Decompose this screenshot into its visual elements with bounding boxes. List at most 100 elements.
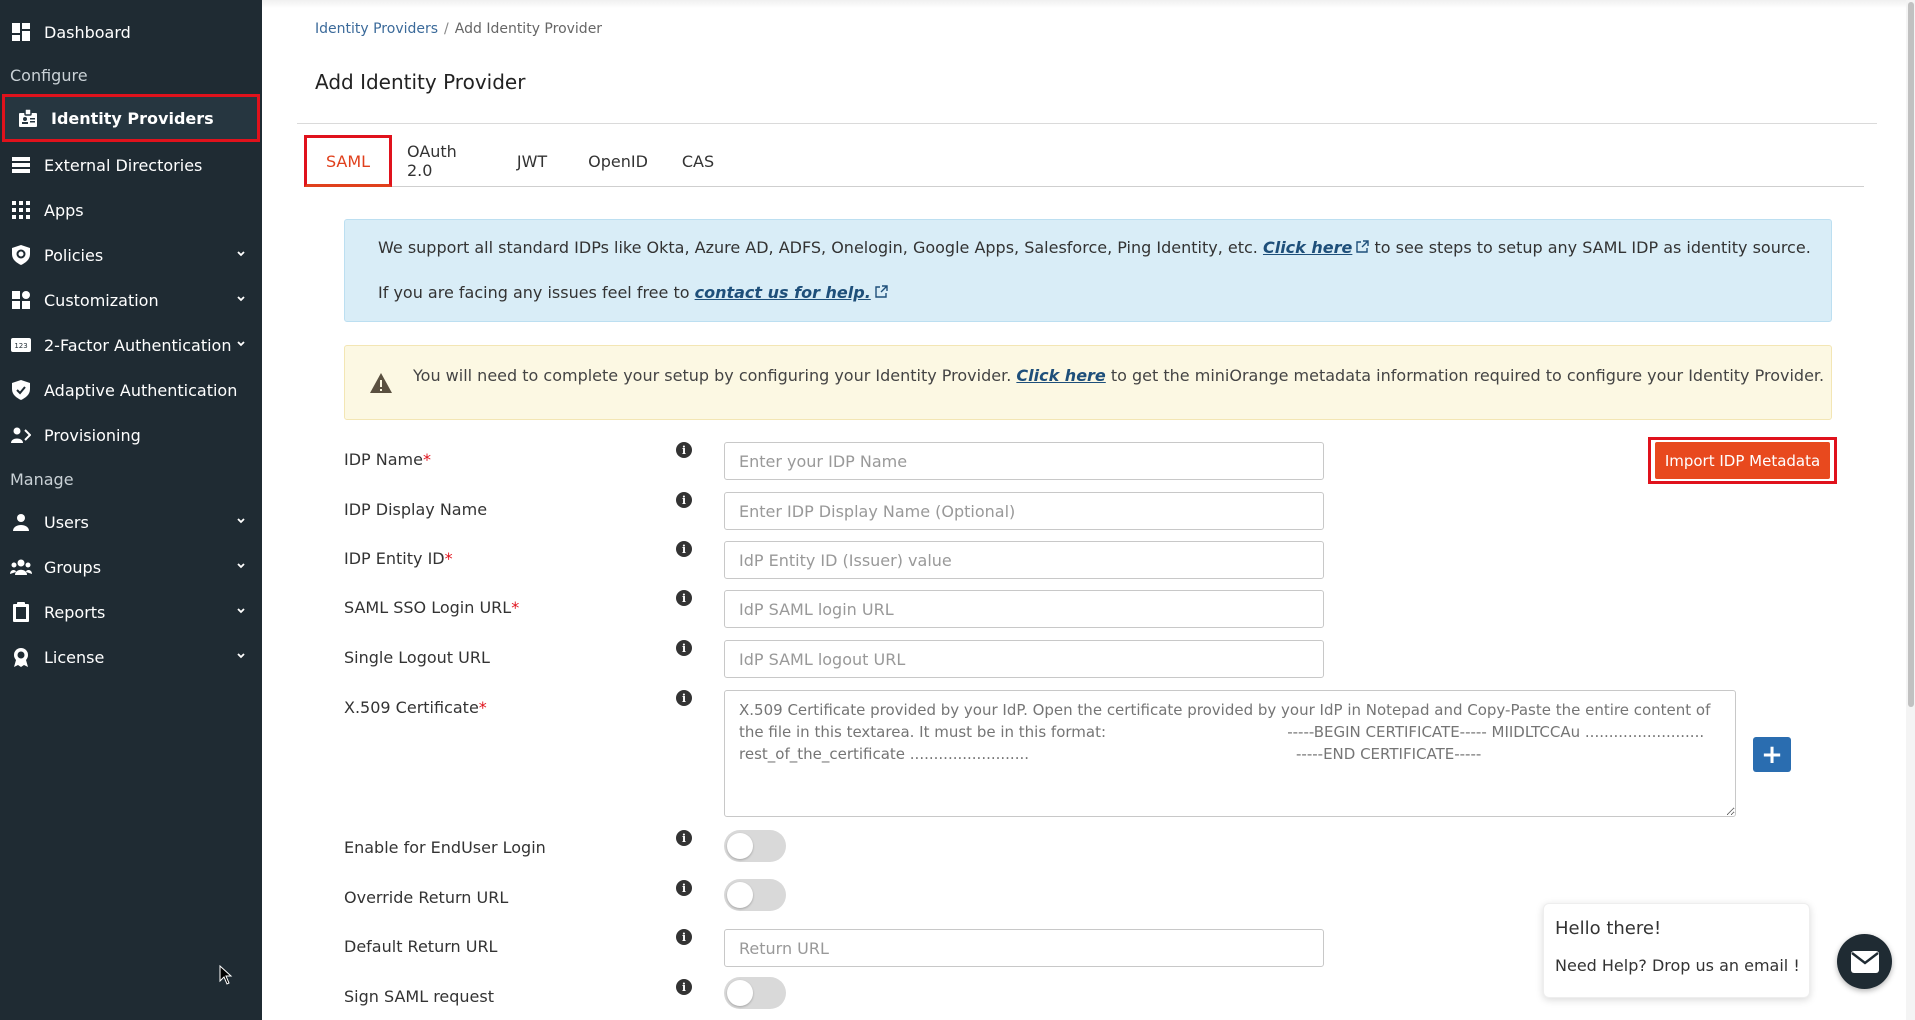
required-marker: * <box>422 450 431 469</box>
idp-display-name-input[interactable] <box>724 492 1324 530</box>
sidebar-item-label: Reports <box>44 602 106 622</box>
tab-oauth[interactable]: OAuth 2.0 <box>407 135 487 187</box>
sidebar-item-external-directories[interactable]: External Directories <box>0 143 262 187</box>
sidebar-item-identity-providers[interactable]: Identity Providers <box>2 94 260 142</box>
breadcrumb: Identity Providers / Add Identity Provider <box>315 21 602 37</box>
saml-steps-link[interactable]: Click here <box>1263 238 1352 257</box>
info-icon[interactable]: i <box>676 590 692 606</box>
shield-policy-icon <box>10 244 32 266</box>
idp-entity-id-input[interactable] <box>724 541 1324 579</box>
breadcrumb-link-identity-providers[interactable]: Identity Providers <box>315 21 438 37</box>
groups-icon <box>10 556 32 578</box>
idp-name-label: IDP Name* <box>344 450 431 469</box>
sidebar-item-label: Policies <box>44 245 104 265</box>
sidebar-item-apps[interactable]: Apps <box>0 188 262 232</box>
info-icon[interactable]: i <box>676 442 692 458</box>
info-icon[interactable]: i <box>676 830 692 846</box>
info-icon[interactable]: i <box>676 880 692 896</box>
info-line-1: We support all standard IDPs like Okta, … <box>378 238 1811 257</box>
mouse-cursor-icon <box>219 965 233 985</box>
sidebar: Dashboard Configure Identity Providers E… <box>0 0 262 1020</box>
single-logout-url-label: Single Logout URL <box>344 648 490 667</box>
breadcrumb-separator: / <box>444 21 449 37</box>
sidebar-item-groups[interactable]: Groups <box>0 545 262 589</box>
info-alert: We support all standard IDPs like Okta, … <box>344 219 1832 322</box>
sidebar-item-2fa[interactable]: 123 2-Factor Authentication <box>0 323 262 367</box>
enable-enduser-login-toggle[interactable] <box>724 830 786 862</box>
sidebar-item-customization[interactable]: Customization <box>0 278 262 322</box>
sidebar-item-label: Dashboard <box>44 22 131 42</box>
breadcrumb-current: Add Identity Provider <box>454 21 603 37</box>
tab-saml[interactable]: SAML <box>304 135 392 187</box>
x509-certificate-textarea[interactable] <box>724 690 1736 817</box>
license-icon <box>10 646 32 668</box>
chat-popup[interactable]: Hello there! Need Help? Drop us an email… <box>1543 903 1810 998</box>
sidebar-item-label: Adaptive Authentication <box>44 380 238 400</box>
info-icon[interactable]: i <box>676 979 692 995</box>
info-icon[interactable]: i <box>676 690 692 706</box>
add-certificate-button[interactable]: + <box>1753 737 1791 772</box>
main-content: Identity Providers / Add Identity Provider… <box>262 0 1915 1020</box>
sidebar-item-label: 2-Factor Authentication <box>44 335 232 355</box>
id-badge-icon <box>17 107 39 129</box>
svg-text:123: 123 <box>14 342 27 350</box>
chat-launcher-button[interactable] <box>1837 934 1892 989</box>
saml-sso-login-url-input[interactable] <box>724 590 1324 628</box>
warning-text-pre: You will need to complete your setup by … <box>413 366 1012 385</box>
info-icon[interactable]: i <box>676 640 692 656</box>
toggle-knob <box>727 980 753 1006</box>
warning-icon <box>370 373 392 393</box>
sidebar-item-policies[interactable]: Policies <box>0 233 262 277</box>
chevron-down-icon <box>237 608 245 614</box>
sidebar-item-label: Groups <box>44 557 102 577</box>
info-icon[interactable]: i <box>676 929 692 945</box>
info-text: If you are facing any issues feel free t… <box>378 283 690 302</box>
default-return-url-label: Default Return URL <box>344 937 498 956</box>
tab-openid[interactable]: OpenID <box>584 135 652 187</box>
tab-cas[interactable]: CAS <box>676 135 720 187</box>
envelope-icon <box>1850 950 1879 973</box>
sign-saml-request-toggle[interactable] <box>724 977 786 1009</box>
sidebar-item-license[interactable]: License <box>0 635 262 679</box>
idp-entity-id-label: IDP Entity ID* <box>344 549 453 568</box>
sidebar-item-provisioning[interactable]: Provisioning <box>0 413 262 457</box>
sidebar-item-dashboard[interactable]: Dashboard <box>0 10 262 54</box>
import-idp-metadata-button[interactable]: Import IDP Metadata <box>1655 442 1830 479</box>
toggle-knob <box>727 833 753 859</box>
info-icon[interactable]: i <box>676 541 692 557</box>
sidebar-item-label: Provisioning <box>44 425 141 445</box>
chevron-down-icon <box>237 518 245 524</box>
single-logout-url-input[interactable] <box>724 640 1324 678</box>
chevron-down-icon <box>237 563 245 569</box>
sidebar-item-adaptive-authentication[interactable]: Adaptive Authentication <box>0 368 262 412</box>
top-shadow <box>262 0 1915 8</box>
sidebar-item-reports[interactable]: Reports <box>0 590 262 634</box>
chat-message: Need Help? Drop us an email ! <box>1555 956 1800 975</box>
sidebar-section-manage: Manage <box>10 470 74 489</box>
contact-us-link[interactable]: contact us for help. <box>695 283 871 302</box>
chevron-down-icon <box>237 341 245 347</box>
metadata-info-link[interactable]: Click here <box>1016 366 1105 385</box>
tab-jwt[interactable]: JWT <box>512 135 552 187</box>
apps-grid-icon <box>10 199 32 221</box>
sidebar-item-label: Identity Providers <box>51 108 214 128</box>
info-text: We support all standard IDPs like Okta, … <box>378 238 1258 257</box>
chevron-down-icon <box>237 296 245 302</box>
sidebar-item-users[interactable]: Users <box>0 500 262 544</box>
warning-text: You will need to complete your setup by … <box>413 366 1824 385</box>
default-return-url-input[interactable] <box>724 929 1324 967</box>
external-link-icon <box>1356 240 1370 253</box>
page-title: Add Identity Provider <box>315 70 526 94</box>
chat-greeting: Hello there! <box>1555 918 1662 939</box>
sidebar-item-label: Apps <box>44 200 84 220</box>
external-link-icon <box>875 285 888 298</box>
override-return-url-toggle[interactable] <box>724 879 786 911</box>
sidebar-item-label: Users <box>44 512 89 532</box>
idp-name-input[interactable] <box>724 442 1324 480</box>
warning-text-post: to get the miniOrange metadata informati… <box>1110 366 1825 385</box>
scrollbar-thumb[interactable] <box>1908 2 1914 707</box>
toggle-knob <box>727 882 753 908</box>
import-idp-metadata-highlight: Import IDP Metadata <box>1648 437 1837 484</box>
info-icon[interactable]: i <box>676 492 692 508</box>
chevron-down-icon <box>237 653 245 659</box>
